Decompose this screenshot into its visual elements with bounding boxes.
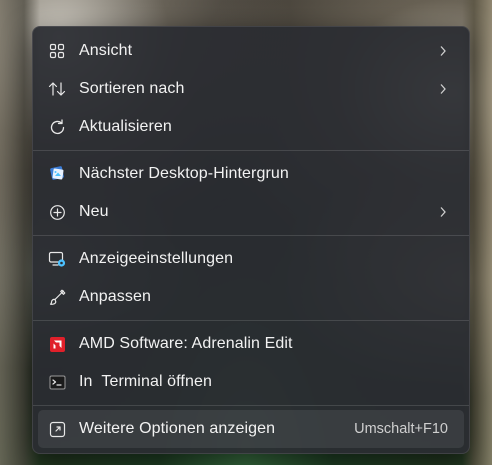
chevron-right-icon <box>436 45 450 57</box>
menu-separator <box>33 320 469 321</box>
menu-item-naechster-desktop-hintergrund[interactable]: Nächster Desktop-Hintergrun <box>38 155 464 193</box>
menu-item-amd-software[interactable]: AMD Software: Adrenalin Edit <box>38 325 464 363</box>
menu-separator <box>33 150 469 151</box>
chevron-right-icon <box>436 206 450 218</box>
next-wallpaper-icon <box>48 165 66 183</box>
menu-item-label: Aktualisieren <box>79 118 172 135</box>
menu-item-label: AMD Software: Adrenalin Edit <box>79 335 293 352</box>
menu-item-label: Anpassen <box>79 288 151 305</box>
menu-separator <box>33 405 469 406</box>
terminal-icon <box>48 373 66 391</box>
keyboard-shortcut: Umschalt+F10 <box>354 421 448 437</box>
menu-item-sortieren-nach[interactable]: Sortieren nach <box>38 70 464 108</box>
new-plus-icon <box>48 203 66 221</box>
menu-item-ansicht[interactable]: Ansicht <box>38 32 464 70</box>
refresh-icon <box>48 118 66 136</box>
menu-item-label: Anzeigeeinstellungen <box>79 250 234 267</box>
menu-item-label: Sortieren nach <box>79 80 185 97</box>
sort-icon <box>48 80 66 98</box>
personalize-brush-icon <box>48 288 66 306</box>
menu-item-label: Ansicht <box>79 42 133 59</box>
desktop-context-menu: Ansicht Sortieren nach Aktualisieren Näc… <box>32 26 470 454</box>
menu-item-neu[interactable]: Neu <box>38 193 464 231</box>
menu-item-label: Nächster Desktop-Hintergrun <box>79 165 289 182</box>
menu-item-weitere-optionen-anzeigen[interactable]: Weitere Optionen anzeigen Umschalt+F10 <box>38 410 464 448</box>
view-grid-icon <box>48 42 66 60</box>
menu-separator <box>33 235 469 236</box>
menu-item-aktualisieren[interactable]: Aktualisieren <box>38 108 464 146</box>
amd-logo-icon <box>48 335 66 353</box>
menu-item-anpassen[interactable]: Anpassen <box>38 278 464 316</box>
display-settings-icon <box>48 250 66 268</box>
menu-item-anzeigeeinstellungen[interactable]: Anzeigeeinstellungen <box>38 240 464 278</box>
more-options-icon <box>48 420 66 438</box>
menu-item-label: In Terminal öffnen <box>79 373 212 390</box>
menu-item-label: Weitere Optionen anzeigen <box>79 420 276 437</box>
menu-item-label: Neu <box>79 203 109 220</box>
menu-item-in-terminal-oeffnen[interactable]: In Terminal öffnen <box>38 363 464 401</box>
chevron-right-icon <box>436 83 450 95</box>
